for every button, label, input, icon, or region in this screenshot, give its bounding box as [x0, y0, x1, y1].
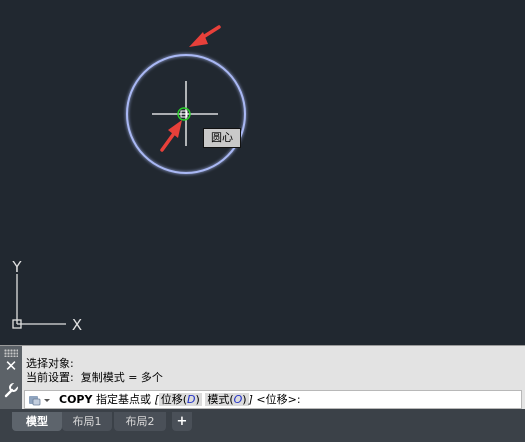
command-panel: ✕ 选择对象: 当前设置: 复制模式 = 多个 COPY 指定基点或 [位移(D… [0, 345, 525, 410]
ucs-x-label: X [72, 316, 82, 334]
ucs-y-label: Y [11, 258, 22, 276]
arrow-icon [189, 25, 221, 47]
command-history: 选择对象: 当前设置: 复制模式 = 多个 [26, 357, 163, 385]
command-history-dropdown-icon[interactable] [28, 393, 52, 407]
command-panel-strip: ✕ [0, 346, 22, 410]
wrench-icon[interactable] [3, 382, 19, 398]
option-label: 位移( [160, 393, 188, 406]
drag-grip-icon[interactable] [4, 349, 18, 357]
option-label: 模式( [207, 393, 234, 406]
history-line: 选择对象: [26, 357, 74, 370]
tab-layout1[interactable]: 布局1 [62, 412, 112, 431]
command-prompt: COPY 指定基点或 [位移(D) 模式(O)] <位移>: [59, 391, 301, 408]
option-key: D [187, 393, 196, 406]
command-name: COPY [59, 393, 93, 406]
layout-tab-bar: 模型 布局1 布局2 + [0, 409, 525, 442]
option-key: O [233, 393, 243, 406]
default-option: <位移>: [256, 393, 301, 406]
drawing-canvas[interactable]: Y X [0, 0, 525, 345]
option-close: ) [195, 393, 200, 406]
add-layout-button[interactable]: + [172, 412, 192, 431]
tab-layout2[interactable]: 布局2 [114, 412, 166, 431]
option-displacement[interactable]: 位移(D) [158, 393, 202, 406]
ucs-icon [12, 274, 66, 329]
option-mode[interactable]: 模式(O) [205, 393, 249, 406]
command-input[interactable]: COPY 指定基点或 [位移(D) 模式(O)] <位移>: [24, 390, 522, 409]
option-bracket: ] [248, 393, 253, 406]
history-line: 当前设置: 复制模式 = 多个 [26, 371, 163, 384]
tab-model[interactable]: 模型 [12, 412, 62, 431]
arrow-icon [160, 120, 182, 152]
snap-tooltip: 圆心 [203, 128, 241, 148]
prompt-text: 指定基点或 [95, 393, 151, 406]
close-icon[interactable]: ✕ [3, 358, 19, 374]
option-close: ) [242, 393, 247, 406]
